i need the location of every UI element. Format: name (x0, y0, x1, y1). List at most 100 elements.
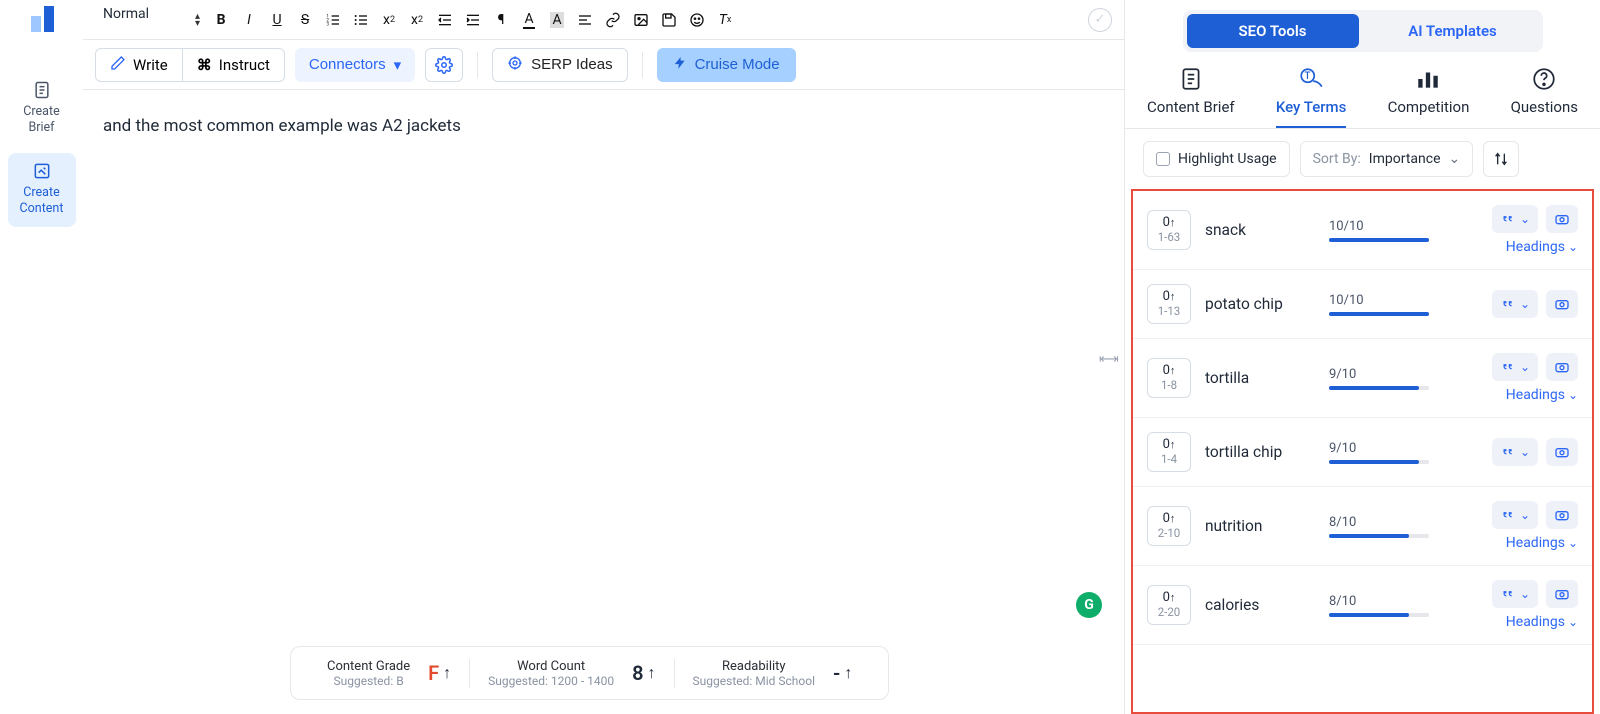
main-column: Normal ▴▾ B I U S 123 x2 x2 ¶ A A (83, 0, 1124, 714)
highlight-usage-toggle[interactable]: Highlight Usage (1143, 141, 1290, 177)
term-quote-button[interactable]: ⌄ (1492, 353, 1538, 381)
subtab-questions[interactable]: Questions (1511, 66, 1578, 128)
quote-icon (1500, 297, 1514, 311)
check-status-icon[interactable]: ✓ (1088, 8, 1112, 32)
term-preview-button[interactable] (1546, 580, 1578, 608)
instruct-label: Instruct (219, 56, 270, 74)
subtab-content-brief[interactable]: Content Brief (1147, 66, 1235, 128)
term-score: 9/10 (1329, 441, 1429, 464)
term-headings-link[interactable]: Headings⌄ (1506, 387, 1578, 403)
write-instruct-group: Write ⌘ Instruct (95, 48, 285, 82)
term-headings-link[interactable]: Headings⌄ (1506, 614, 1578, 630)
tab-seo-tools[interactable]: SEO Tools (1187, 14, 1359, 48)
term-count-box[interactable]: 0↑ 2-20 (1147, 585, 1191, 625)
highlight-color-button[interactable]: A (544, 6, 570, 34)
gear-icon (435, 56, 453, 74)
format-toolbar: Normal ▴▾ B I U S 123 x2 x2 ¶ A A (83, 0, 1124, 40)
tab-ai-templates[interactable]: AI Templates (1367, 14, 1539, 48)
term-score: 9/10 (1329, 367, 1429, 390)
metric-value: -↑ (833, 661, 852, 685)
cruise-mode-button[interactable]: Cruise Mode (657, 48, 796, 82)
nav-create-content[interactable]: Create Content (8, 153, 76, 226)
camera-icon (1554, 211, 1570, 227)
chevron-down-icon: ⌄ (1520, 360, 1530, 374)
bolt-icon (673, 56, 687, 74)
term-headings-link[interactable]: Headings⌄ (1506, 535, 1578, 551)
underline-button[interactable]: U (264, 6, 290, 34)
barchart-icon (1415, 66, 1441, 92)
indent-button[interactable] (460, 6, 486, 34)
italic-button[interactable]: I (236, 6, 262, 34)
save-button-icon[interactable] (656, 6, 682, 34)
clear-format-button[interactable]: Tx (712, 6, 738, 34)
term-headings-link[interactable]: Headings⌄ (1506, 239, 1578, 255)
term-count-box[interactable]: 0↑ 1-63 (1147, 210, 1191, 250)
term-preview-button[interactable] (1546, 501, 1578, 529)
metric-sub: Suggested: Mid School (693, 674, 815, 688)
term-quote-button[interactable]: ⌄ (1492, 438, 1538, 466)
keyterms-icon: T (1298, 66, 1324, 92)
subscript-button[interactable]: x2 (376, 6, 402, 34)
toolbar-divider (642, 52, 643, 78)
term-count-box[interactable]: 0↑ 1-8 (1147, 358, 1191, 398)
image-button[interactable] (628, 6, 654, 34)
subtab-competition[interactable]: Competition (1388, 66, 1470, 128)
term-preview-button[interactable] (1546, 438, 1578, 466)
editor-area[interactable]: and the most common example was A2 jacke… (83, 90, 1124, 714)
term-score: 8/10 (1329, 594, 1429, 617)
link-button[interactable] (600, 6, 626, 34)
term-name: nutrition (1205, 517, 1315, 535)
term-quote-button[interactable]: ⌄ (1492, 580, 1538, 608)
term-quote-button[interactable]: ⌄ (1492, 290, 1538, 318)
ordered-list-button[interactable]: 123 (320, 6, 346, 34)
svg-text:3: 3 (326, 21, 329, 27)
sort-by-select[interactable]: Sort By: Importance ⌄ (1300, 141, 1474, 177)
resize-handle-icon[interactable]: ⇤⇥ (1099, 352, 1117, 367)
sort-direction-button[interactable] (1483, 141, 1519, 177)
term-name: tortilla chip (1205, 443, 1315, 461)
chevron-down-icon: ⌄ (1449, 151, 1461, 167)
paragraph-style-select[interactable]: Normal ▴▾ (95, 6, 206, 34)
camera-icon (1554, 359, 1570, 375)
term-count-box[interactable]: 0↑ 1-13 (1147, 284, 1191, 324)
term-row: 0↑ 1-4 tortilla chip 9/10 ⌄ (1133, 418, 1592, 487)
term-preview-button[interactable] (1546, 205, 1578, 233)
term-count-box[interactable]: 0↑ 2-10 (1147, 506, 1191, 546)
term-row: 0↑ 2-10 nutrition 8/10 ⌄ Headings⌄ (1133, 487, 1592, 566)
emoji-button[interactable] (684, 6, 710, 34)
chevron-down-icon: ⌄ (1568, 615, 1578, 629)
term-quote-button[interactable]: ⌄ (1492, 501, 1538, 529)
editor-content: and the most common example was A2 jacke… (103, 116, 1104, 136)
text-direction-button[interactable]: ¶ (488, 6, 514, 34)
term-quote-button[interactable]: ⌄ (1492, 205, 1538, 233)
updown-icon: ▴▾ (195, 13, 206, 27)
metric-title: Word Count (488, 659, 614, 674)
serp-ideas-button[interactable]: SERP Ideas (492, 48, 627, 82)
subtab-key-terms[interactable]: T Key Terms (1276, 66, 1347, 128)
unordered-list-button[interactable] (348, 6, 374, 34)
term-preview-button[interactable] (1546, 290, 1578, 318)
nav-label: Create Content (10, 185, 74, 216)
term-preview-button[interactable] (1546, 353, 1578, 381)
terms-list: 0↑ 1-63 snack 10/10 ⌄ Headings⌄ 0↑ 1-13 (1131, 189, 1594, 714)
term-name: calories (1205, 596, 1315, 614)
term-count-box[interactable]: 0↑ 1-4 (1147, 432, 1191, 472)
outdent-button[interactable] (432, 6, 458, 34)
bold-button[interactable]: B (208, 6, 234, 34)
align-button[interactable] (572, 6, 598, 34)
camera-icon (1554, 444, 1570, 460)
metrics-bar: Content Grade Suggested: B F↑ Word Count… (290, 646, 889, 700)
superscript-button[interactable]: x2 (404, 6, 430, 34)
strikethrough-button[interactable]: S (292, 6, 318, 34)
quote-icon (1500, 508, 1514, 522)
svg-text:T: T (1305, 71, 1311, 82)
instruct-button[interactable]: ⌘ Instruct (182, 49, 284, 81)
metric-word-count: Word Count Suggested: 1200 - 1400 8↑ (469, 659, 673, 688)
connectors-button[interactable]: Connectors ▾ (295, 48, 415, 82)
chevron-down-icon: ⌄ (1568, 536, 1578, 550)
text-color-button[interactable]: A (516, 6, 542, 34)
grammarly-badge-icon[interactable]: G (1076, 592, 1102, 618)
settings-button[interactable] (425, 48, 463, 82)
write-button[interactable]: Write (96, 49, 182, 81)
nav-create-brief[interactable]: Create Brief (8, 72, 76, 145)
